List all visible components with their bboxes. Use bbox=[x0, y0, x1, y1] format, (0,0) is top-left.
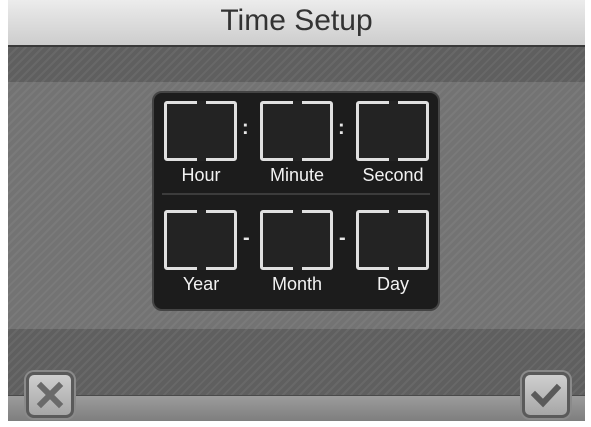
hour-field[interactable] bbox=[164, 101, 237, 161]
row-divider bbox=[162, 193, 430, 195]
time-setup-screen: Time Setup : : Hour Minute Second - - Ye… bbox=[8, 0, 585, 421]
cancel-button[interactable] bbox=[26, 372, 74, 418]
minute-field[interactable] bbox=[260, 101, 333, 161]
page-title: Time Setup bbox=[220, 4, 373, 37]
second-label: Second bbox=[362, 165, 424, 185]
checkmark-icon bbox=[531, 383, 561, 408]
field-digit-gap bbox=[293, 210, 302, 270]
time-separator: : bbox=[242, 117, 249, 139]
field-digit-gap bbox=[197, 210, 206, 270]
footer-bar bbox=[8, 395, 585, 421]
field-digit-gap bbox=[197, 101, 206, 161]
time-date-panel: : : Hour Minute Second - - Year Month Da… bbox=[152, 91, 440, 311]
background-band-top bbox=[8, 47, 585, 82]
time-separator: : bbox=[338, 117, 345, 139]
close-icon bbox=[36, 381, 64, 409]
date-separator: - bbox=[243, 227, 250, 249]
confirm-button[interactable] bbox=[522, 372, 570, 418]
second-field[interactable] bbox=[356, 101, 429, 161]
year-label: Year bbox=[182, 274, 220, 294]
month-label: Month bbox=[271, 274, 323, 294]
field-digit-gap bbox=[389, 210, 398, 270]
hour-label: Hour bbox=[181, 165, 221, 185]
field-digit-gap bbox=[293, 101, 302, 161]
background-band-bottom bbox=[8, 329, 585, 395]
month-field[interactable] bbox=[260, 210, 333, 270]
minute-label: Minute bbox=[269, 165, 325, 185]
year-field[interactable] bbox=[164, 210, 237, 270]
date-separator: - bbox=[339, 227, 346, 249]
field-digit-gap bbox=[389, 101, 398, 161]
day-label: Day bbox=[376, 274, 409, 294]
title-bar: Time Setup bbox=[8, 0, 585, 47]
day-field[interactable] bbox=[356, 210, 429, 270]
